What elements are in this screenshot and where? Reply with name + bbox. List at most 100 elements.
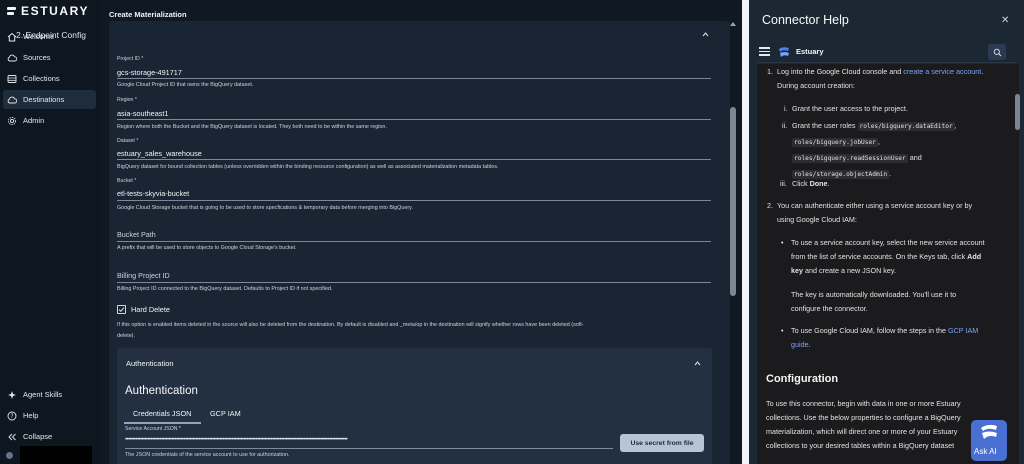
docs-content: 1. Log into the Google Cloud console and… — [757, 64, 1019, 464]
chevron-up-icon[interactable] — [702, 31, 709, 38]
billing-project-underline — [117, 282, 711, 283]
region-label: Region * — [117, 97, 137, 103]
config-paragraph-line4: collections to your desired tables withi… — [766, 441, 955, 450]
connector-help-panel: Connector Help ✕ Estuary 1. Log into the… — [749, 0, 1024, 464]
bucket-label: Bucket * — [117, 178, 137, 184]
project-id-input[interactable]: gcs-storage-491717 — [117, 68, 182, 77]
chevron-up-icon[interactable] — [694, 360, 701, 367]
list-marker: iii. — [780, 179, 787, 188]
close-icon[interactable]: ✕ — [1001, 15, 1009, 26]
bullet-marker: • — [781, 238, 784, 247]
sidebar-item-label: Collapse — [23, 432, 53, 441]
sidebar-item-sources[interactable]: Sources — [3, 48, 96, 67]
user-avatar[interactable] — [6, 452, 13, 459]
scroll-up-arrow[interactable] — [730, 22, 736, 26]
bullet-marker: • — [781, 326, 784, 335]
region-input[interactable]: asia-southeast1 — [117, 109, 169, 118]
bullet2-line1: To use Google Cloud IAM, follow the step… — [791, 326, 979, 335]
sidebar-item-collapse[interactable]: Collapse — [3, 427, 96, 446]
hard-delete-checkbox[interactable] — [117, 305, 126, 314]
sidebar-item-collections[interactable]: Collections — [3, 69, 96, 88]
list-marker: i. — [784, 104, 788, 113]
billing-project-help: Billing Project ID connected to the BigQ… — [117, 286, 333, 292]
estuary-logo-icon — [7, 6, 16, 17]
bucket-underline — [117, 200, 711, 201]
search-icon — [993, 48, 1001, 56]
service-account-json-label: Service Account JSON * — [125, 426, 181, 432]
cloud-upload-icon — [7, 53, 17, 63]
ask-ai-label[interactable]: Ask AI — [974, 447, 997, 456]
gcp-iam-guide-link[interactable]: GCP IAM — [948, 326, 978, 335]
service-account-help: The JSON credentials of the service acco… — [125, 452, 290, 458]
sidebar-item-destinations[interactable]: Destinations — [3, 90, 96, 109]
help-panel-title: Connector Help — [762, 13, 849, 27]
sidebar-item-label: Sources — [23, 53, 51, 62]
estuary-logo[interactable]: ESTUARY — [7, 4, 89, 18]
dataset-underline — [117, 159, 711, 160]
bullet1-line4: The key is automatically downloaded. You… — [791, 290, 957, 299]
dataset-input[interactable]: estuary_sales_warehouse — [117, 149, 202, 158]
bullet1-line1: To use a service account key, select the… — [791, 238, 985, 247]
configuration-heading: Configuration — [766, 373, 839, 385]
section-title: 2. Endpoint Config — [16, 30, 86, 40]
list-marker: 1. — [767, 67, 773, 76]
substep-ii-line1: Grant the user roles roles/bigquery.data… — [792, 121, 957, 131]
billing-project-input[interactable]: Billing Project ID — [117, 271, 170, 280]
bucket-path-underline — [117, 241, 711, 242]
database-icon — [7, 74, 17, 84]
bullet1-line2: from the list of service accounts. On th… — [791, 252, 982, 261]
region-underline — [117, 119, 711, 120]
service-account-underline — [125, 448, 613, 449]
estuary-docs-logo-icon — [779, 47, 789, 57]
project-id-help: Google Cloud Project ID that owns the Bi… — [117, 82, 254, 88]
sidebar: ESTUARY Welcome Sources Collections Dest… — [0, 0, 100, 464]
gear-icon — [7, 116, 17, 126]
substep-iii: Click Done. — [792, 179, 830, 188]
config-paragraph-line2: collections. Use the below properties to… — [766, 413, 961, 422]
estuary-ai-icon — [981, 424, 997, 439]
hard-delete-label: Hard Delete — [131, 305, 170, 314]
sparkle-icon — [7, 390, 17, 400]
gcp-iam-guide-link-cont[interactable]: guide — [791, 340, 809, 349]
svg-text:?: ? — [10, 413, 13, 420]
bucket-path-input[interactable]: Bucket Path — [117, 230, 156, 239]
hard-delete-help-line2: delete). — [117, 333, 135, 339]
bullet1-line5: configure the connector. — [791, 304, 868, 313]
role-code: roles/bigquery.dataEditor — [857, 122, 955, 131]
use-secret-from-file-button[interactable]: Use secret from file — [620, 434, 704, 452]
help-icon: ? — [7, 411, 17, 421]
role-code: roles/bigquery.readSessionUser — [792, 154, 908, 163]
tab-gcp-iam[interactable]: GCP IAM — [210, 409, 241, 418]
collapse-icon — [7, 432, 17, 442]
create-service-account-link[interactable]: create a service account — [903, 67, 981, 76]
sidebar-item-agent-skills[interactable]: Agent Skills — [3, 385, 96, 404]
brand-name: ESTUARY — [21, 4, 90, 18]
bucket-help: Google Cloud Storage bucket that is goin… — [117, 205, 413, 211]
dataset-help: BigQuery dataset for bound collection ta… — [117, 164, 499, 170]
form-scrollbar-thumb[interactable] — [730, 107, 736, 296]
menu-icon[interactable] — [759, 47, 770, 56]
bucket-input[interactable]: etl-tests-skyvia-bucket — [117, 189, 189, 198]
sidebar-item-label: Collections — [23, 74, 60, 83]
step1-line1: Log into the Google Cloud console and cr… — [777, 67, 984, 76]
sidebar-item-admin[interactable]: Admin — [3, 111, 96, 130]
project-id-underline — [117, 78, 711, 79]
search-button[interactable] — [988, 44, 1006, 60]
tab-credentials-json[interactable]: Credentials JSON — [133, 409, 191, 418]
page-title: Create Materialization — [109, 10, 187, 19]
sidebar-item-label: Admin — [23, 116, 45, 125]
authentication-title: Authentication — [125, 385, 198, 397]
panel-divider[interactable] — [742, 0, 749, 464]
docs-scrollbar-thumb[interactable] — [1015, 94, 1020, 130]
hard-delete-help-line1: If this option is enabled items deleted … — [117, 322, 584, 328]
docs-brand[interactable]: Estuary — [796, 47, 824, 56]
authentication-header[interactable]: Authentication — [126, 359, 174, 368]
user-name-redacted[interactable] — [20, 446, 92, 464]
service-account-json-input[interactable]: ••••••••••••••••••••••••••••••••••••••••… — [125, 437, 613, 443]
role-code: roles/bigquery.jobUser — [792, 138, 878, 147]
list-marker: 2. — [767, 201, 773, 210]
active-tab-indicator — [124, 422, 201, 424]
substep-i: Grant the user access to the project. — [792, 104, 908, 113]
sidebar-item-help[interactable]: ? Help — [3, 406, 96, 425]
region-help: Region where both the Bucket and the Big… — [117, 124, 387, 130]
